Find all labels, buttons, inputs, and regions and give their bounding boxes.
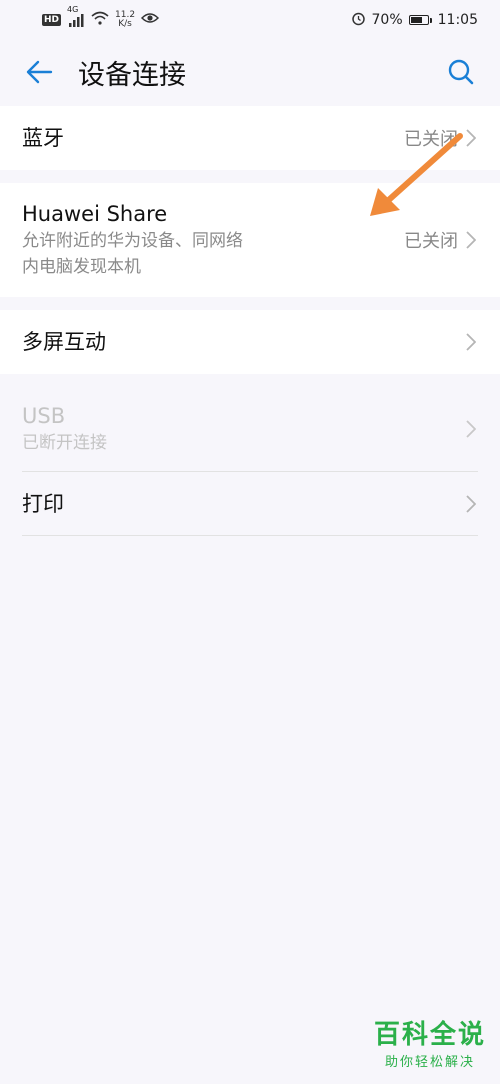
status-bar: HD 4G 11.2 K/s 70% 11:05 [0,0,500,40]
watermark-subtitle: 助你轻松解决 [384,1055,475,1070]
page-title: 设备连接 [78,59,186,91]
chevron-right-icon [464,419,478,439]
battery-percent: 70% [371,12,403,28]
back-button[interactable] [22,55,56,89]
print-row[interactable]: 打印 [0,472,500,536]
huawei-share-desc-line2: 内电脑发现本机 [22,257,141,277]
hd-badge: HD [42,14,62,26]
search-button[interactable] [444,55,478,89]
usb-status: 已断开连接 [22,433,107,453]
multiscreen-row[interactable]: 多屏互动 [0,310,500,374]
chevron-right-icon [464,332,478,352]
wifi-icon [91,11,109,29]
title-bar: 设备连接 [0,40,500,104]
status-bar-right: 70% 11:05 [351,11,478,30]
watermark-logo: 百科全说 助你轻松解决 [374,1019,486,1070]
status-bar-left: HD 4G 11.2 K/s [42,5,160,29]
watermark-title: 百科全说 [373,1020,486,1050]
huawei-share-title: Huawei Share [22,202,168,226]
clock: 11:05 [437,12,478,28]
speed-unit: K/s [118,19,132,29]
bluetooth-title: 蓝牙 [22,126,64,150]
back-arrow-icon [26,60,53,84]
search-icon [448,59,474,85]
network-type: 4G [67,5,79,14]
battery-icon [408,15,432,25]
annotation-arrow-icon [370,133,463,216]
huawei-share-status: 已关闭 [404,231,458,252]
alarm-icon [351,11,366,30]
huawei-share-desc-line1: 允许附近的华为设备、同网络 [22,231,243,251]
multiscreen-title: 多屏互动 [22,330,106,354]
signal-icon: 4G [67,5,85,27]
print-title: 打印 [22,492,64,516]
divider [22,535,478,536]
usb-row: USB 已断开连接 [0,386,500,472]
multiscreen-section: 多屏互动 [0,310,500,374]
chevron-right-icon [464,230,478,250]
network-speed: 11.2 K/s [115,11,135,29]
usb-title: USB [22,404,66,428]
usb-print-section: USB 已断开连接 打印 [0,386,500,538]
eye-icon [141,11,160,29]
chevron-right-icon [464,494,478,514]
